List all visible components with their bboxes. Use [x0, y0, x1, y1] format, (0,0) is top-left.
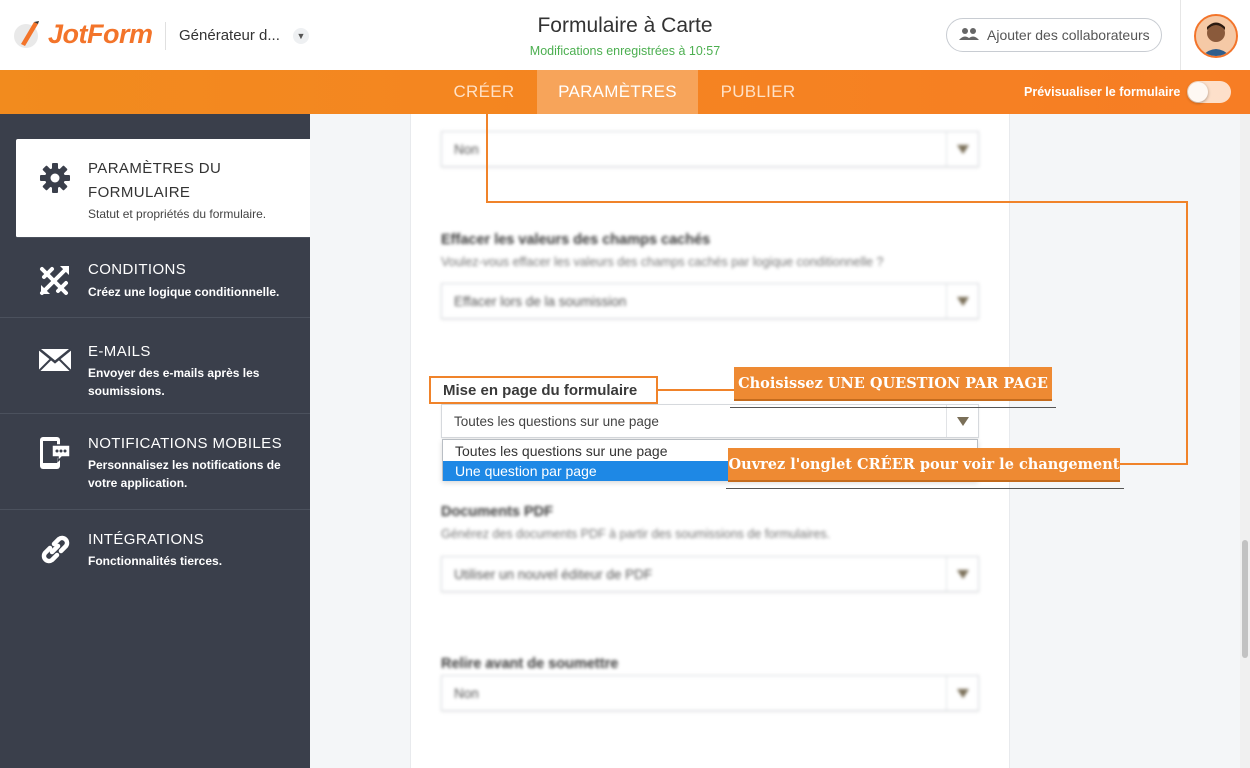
- top-select[interactable]: Non: [441, 131, 979, 167]
- select-value: Effacer lors de la soumission: [454, 294, 627, 309]
- sidebar-item-desc: Envoyer des e-mails après les: [88, 366, 260, 380]
- envelope-icon: [38, 342, 72, 376]
- sidebar-item-mobile-notifications[interactable]: NOTIFICATIONS MOBILES Personnalisez les …: [0, 414, 310, 510]
- layout-label: Mise en page du formulaire: [443, 382, 638, 399]
- scrollbar-thumb[interactable]: [1242, 540, 1248, 658]
- page-scrollbar[interactable]: [1240, 114, 1250, 768]
- sidebar-item-conditions[interactable]: CONDITIONS Créez une logique conditionne…: [0, 238, 310, 318]
- main-nav: CRÉER PARAMÈTRES PUBLIER Prévisualiser l…: [0, 70, 1250, 114]
- clear-hidden-sublabel: Voulez-vous effacer les valeurs des cham…: [441, 255, 884, 269]
- dropdown-arrow-icon: [946, 557, 978, 591]
- conditions-icon: [38, 263, 72, 297]
- add-collaborators-button[interactable]: Ajouter des collaborateurs: [946, 18, 1162, 52]
- callout-underline: [726, 488, 1124, 489]
- brand-name: JotForm: [48, 18, 153, 49]
- callout-connector-2d: [1119, 463, 1188, 465]
- pdf-sublabel: Générez des documents PDF à partir des s…: [441, 527, 831, 541]
- tab-publier[interactable]: PUBLIER: [698, 70, 818, 114]
- top-header: JotForm Générateur d... ▼ Formulaire à C…: [0, 0, 1250, 70]
- settings-sidebar: PARAMÈTRES DU FORMULAIRE Statut et propr…: [0, 114, 310, 768]
- select-value: Toutes les questions sur une page: [454, 414, 659, 429]
- select-value: Non: [454, 686, 479, 701]
- sidebar-item-emails[interactable]: E-MAILS Envoyer des e-mails après les so…: [0, 318, 310, 414]
- callout-open-create-tab: Ouvrez l'onglet CRÉER pour voir le chang…: [728, 448, 1120, 482]
- callout-underline: [730, 407, 1056, 408]
- sidebar-item-title: CONDITIONS: [88, 261, 187, 278]
- preview-toggle[interactable]: [1187, 81, 1231, 103]
- review-select[interactable]: Non: [441, 675, 979, 711]
- add-collaborators-label: Ajouter des collaborateurs: [987, 27, 1150, 43]
- sidebar-item-title: NOTIFICATIONS MOBILES: [88, 435, 282, 452]
- review-label: Relire avant de soumettre: [441, 656, 619, 672]
- pdf-select[interactable]: Utiliser un nouvel éditeur de PDF: [441, 556, 979, 592]
- jotform-logo-icon: [12, 18, 42, 50]
- sidebar-item-desc-2: soumissions.: [88, 384, 165, 398]
- pdf-label: Documents PDF: [441, 504, 553, 520]
- sidebar-item-title: PARAMÈTRES DU: [88, 160, 222, 177]
- header-divider-right: [1180, 0, 1181, 70]
- select-value: Utiliser un nouvel éditeur de PDF: [454, 567, 653, 582]
- callout-connector-2a: [486, 114, 488, 202]
- mobile-notification-icon: [38, 436, 72, 470]
- sidebar-item-form-settings[interactable]: PARAMÈTRES DU FORMULAIRE Statut et propr…: [16, 139, 310, 238]
- clear-hidden-label: Effacer les valeurs des champs cachés: [441, 232, 711, 248]
- link-icon: [38, 532, 72, 566]
- user-avatar[interactable]: [1194, 14, 1238, 58]
- tab-creer[interactable]: CRÉER: [431, 70, 537, 114]
- layout-select[interactable]: Toutes les questions sur une page: [441, 404, 979, 438]
- sidebar-item-title-2: FORMULAIRE: [88, 184, 191, 201]
- chevron-down-icon[interactable]: ▼: [293, 28, 309, 44]
- preview-label: Prévisualiser le formulaire: [1024, 85, 1181, 99]
- jotform-logo[interactable]: JotForm: [12, 18, 153, 50]
- sidebar-item-desc: Statut et propriétés du formulaire.: [88, 207, 267, 221]
- dropdown-arrow-icon: [946, 405, 978, 437]
- sidebar-item-title: E-MAILS: [88, 343, 151, 360]
- layout-label-highlight: Mise en page du formulaire: [429, 376, 658, 404]
- sidebar-item-desc: Créez une logique conditionnelle.: [88, 285, 280, 299]
- sidebar-item-desc-2: votre application.: [88, 476, 188, 490]
- tab-parametres[interactable]: PARAMÈTRES: [537, 70, 698, 114]
- callout-choose-one-question: Choisissez UNE QUESTION PAR PAGE: [734, 367, 1052, 401]
- sidebar-item-desc: Personnalisez les notifications de: [88, 458, 281, 472]
- users-icon: [959, 27, 979, 44]
- dropdown-arrow-icon: [946, 132, 978, 166]
- generator-dropdown-label[interactable]: Générateur d...: [179, 27, 280, 44]
- clear-hidden-select[interactable]: Effacer lors de la soumission: [441, 283, 979, 319]
- sidebar-item-integrations[interactable]: INTÉGRATIONS Fonctionnalités tierces.: [0, 510, 310, 590]
- select-value: Non: [454, 142, 479, 157]
- callout-connector-2c: [1186, 201, 1188, 465]
- gear-icon: [38, 161, 72, 195]
- header-divider: [165, 22, 166, 50]
- sidebar-item-title: INTÉGRATIONS: [88, 531, 205, 548]
- sidebar-item-desc: Fonctionnalités tierces.: [88, 554, 223, 568]
- callout-connector-1: [658, 389, 735, 391]
- dropdown-arrow-icon: [946, 284, 978, 318]
- toggle-knob: [1188, 82, 1208, 102]
- dropdown-arrow-icon: [946, 676, 978, 710]
- callout-connector-2b: [486, 201, 1188, 203]
